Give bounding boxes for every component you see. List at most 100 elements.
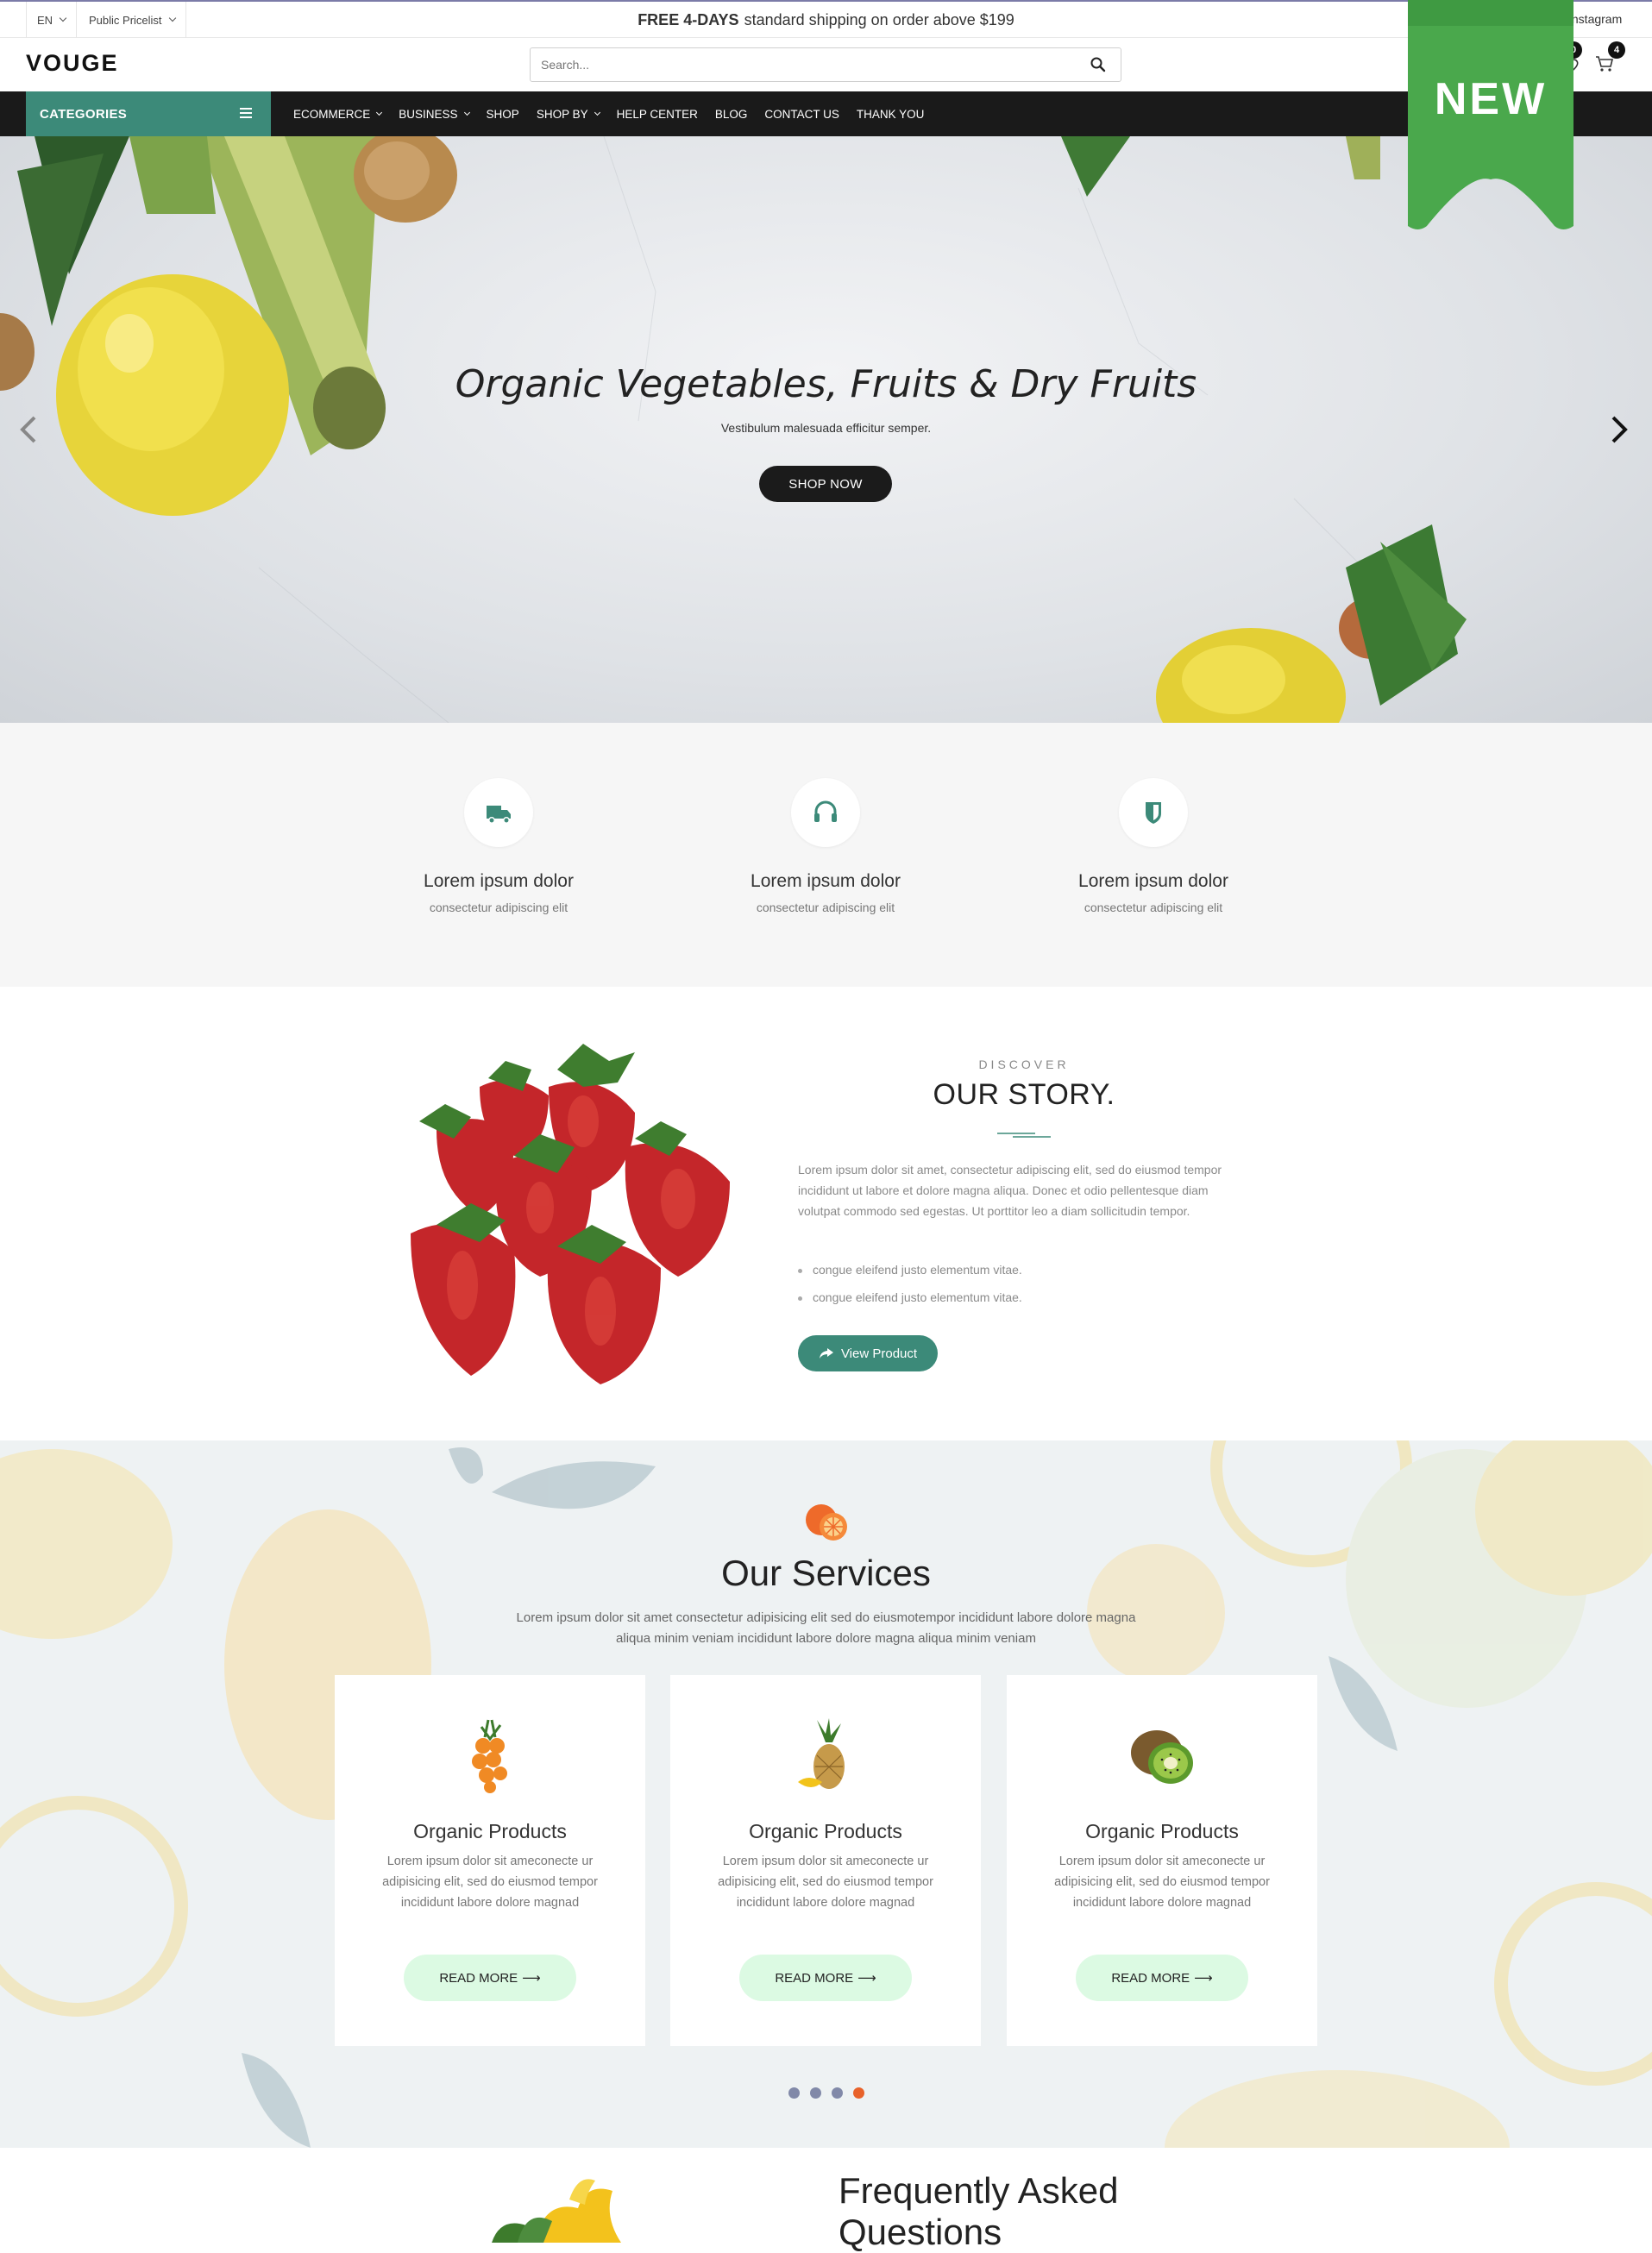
read-more-button[interactable]: READ MORE ⟶	[1076, 1955, 1248, 2001]
story-paragraph: Lorem ipsum dolor sit amet, consectetur …	[798, 1163, 1222, 1218]
categories-label: CATEGORIES	[40, 106, 128, 122]
hamburger-icon	[240, 108, 252, 121]
shop-now-button[interactable]: SHOP NOW	[759, 466, 892, 502]
feature-text: consectetur adipiscing elit	[1084, 901, 1223, 914]
service-card: Organic Products Lorem ipsum dolor sit a…	[670, 1675, 981, 2046]
pineapple-icon	[798, 1718, 845, 1789]
cart-count-badge: 4	[1608, 41, 1625, 59]
feature-item: Lorem ipsum dolor consectetur adipiscing…	[1041, 778, 1266, 914]
nav-item-blog[interactable]: BLOG	[715, 108, 748, 121]
read-more-label: READ MORE	[1111, 1970, 1190, 1986]
nav-item-thank-you[interactable]: THANK YOU	[857, 108, 925, 121]
categories-button[interactable]: CATEGORIES	[26, 91, 271, 136]
logo[interactable]: VOUGE	[26, 50, 119, 77]
truck-icon	[487, 806, 511, 824]
nav-item-shop[interactable]: SHOP	[487, 108, 519, 121]
hero-title: Organic Vegetables, Fruits & Dry Fruits	[455, 362, 1197, 406]
hero-subtitle: Vestibulum malesuada efficitur semper.	[720, 421, 932, 435]
features-section: Lorem ipsum dolor consectetur adipiscing…	[0, 723, 1652, 987]
feature-icon-circle	[464, 778, 533, 847]
juice-splash-image	[492, 2179, 621, 2243]
services-section: Our Services Lorem ipsum dolor sit amet …	[0, 1440, 1652, 2148]
service-card-title: Organic Products	[1085, 1820, 1239, 1842]
shipping-text: standard shipping on order above $199	[744, 10, 1014, 28]
social-link-instagram[interactable]: Instagram	[1568, 12, 1622, 26]
nav-item-label: BUSINESS	[399, 107, 458, 121]
service-card: Organic Products Lorem ipsum dolor sit a…	[1007, 1675, 1317, 2046]
feature-text: consectetur adipiscing elit	[429, 901, 568, 914]
ribbon-label: NEW	[1435, 74, 1547, 124]
new-ribbon: NEW	[1408, 0, 1573, 229]
nav-item-help-center[interactable]: HELP CENTER	[617, 108, 698, 121]
read-more-button[interactable]: READ MORE ⟶	[404, 1955, 576, 2001]
language-label: EN	[37, 13, 53, 27]
faq-title-line: Frequently Asked	[839, 2170, 1119, 2211]
nav-item-shop-by[interactable]: SHOP BY	[537, 108, 600, 121]
title-divider	[997, 1133, 1051, 1138]
faq-title-line: Questions	[839, 2212, 1002, 2252]
read-more-label: READ MORE	[439, 1970, 518, 1986]
nav-item-contact-us[interactable]: CONTACT US	[764, 108, 839, 121]
sea-buckthorn-icon	[472, 1719, 507, 1793]
orange-icon	[806, 1504, 847, 1541]
carousel-dot-4-active[interactable]	[853, 2087, 864, 2099]
shipping-bold: FREE 4-DAYS	[638, 10, 739, 28]
feature-item: Lorem ipsum dolor consectetur adipiscing…	[713, 778, 938, 914]
nav-item-business[interactable]: BUSINESS	[399, 107, 470, 121]
chevron-down-icon	[59, 14, 67, 22]
service-card-title: Organic Products	[749, 1820, 902, 1842]
services-title: Our Services	[721, 1553, 931, 1593]
nav-item-label: THANK YOU	[856, 107, 925, 121]
chevron-down-icon	[594, 109, 600, 116]
feature-item: Lorem ipsum dolor consectetur adipiscing…	[386, 778, 611, 914]
faq-title: Frequently Asked Questions	[839, 2170, 1119, 2253]
main-nav: CATEGORIES ECOMMERCE BUSINESS SHOP SHOP …	[0, 91, 1652, 136]
feature-text: consectetur adipiscing elit	[756, 901, 895, 914]
read-more-label: READ MORE	[775, 1970, 854, 1986]
search-icon[interactable]	[1090, 56, 1107, 73]
carousel-dot-1[interactable]	[788, 2087, 800, 2099]
strawberries-image	[411, 1044, 730, 1384]
nav-menu: ECOMMERCE BUSINESS SHOP SHOP BY HELP CEN…	[293, 91, 941, 136]
arrow-right-icon: ⟶	[857, 1971, 876, 1986]
chevron-down-icon	[376, 109, 383, 116]
read-more-button[interactable]: READ MORE ⟶	[739, 1955, 912, 2001]
top-bar: FREE 4-DAYS standard shipping on order a…	[0, 0, 1652, 38]
service-card-text: Lorem ipsum dolor sit ameconecte ur adip…	[1054, 1854, 1270, 1910]
feature-icon-circle	[1119, 778, 1188, 847]
nav-item-label: ECOMMERCE	[293, 107, 371, 121]
nav-item-label: HELP CENTER	[616, 107, 698, 121]
nav-item-label: SHOP BY	[536, 107, 588, 121]
nav-item-label: BLOG	[714, 107, 748, 121]
nav-item-label: SHOP	[486, 107, 519, 121]
story-bullet: congue eleifend justo elementum vitae.	[798, 1263, 1022, 1277]
nav-item-ecommerce[interactable]: ECOMMERCE	[293, 107, 383, 121]
service-card-text: Lorem ipsum dolor sit ameconecte ur adip…	[382, 1854, 598, 1910]
story-bullet: congue eleifend justo elementum vitae.	[798, 1290, 1022, 1304]
chevron-down-icon	[168, 14, 176, 22]
shipping-notice: FREE 4-DAYS standard shipping on order a…	[0, 2, 1652, 38]
story-title: OUR STORY.	[933, 1078, 1115, 1111]
pricelist-selector[interactable]: Public Pricelist	[79, 2, 186, 38]
story-eyebrow: DISCOVER	[978, 1057, 1070, 1071]
search-input[interactable]	[531, 48, 1048, 81]
service-card: Organic Products Lorem ipsum dolor sit a…	[335, 1675, 645, 2046]
language-selector[interactable]: EN	[26, 2, 78, 38]
nav-item-label: CONTACT US	[764, 107, 839, 121]
headphones-icon	[814, 800, 837, 822]
service-card-text: Lorem ipsum dolor sit ameconecte ur adip…	[718, 1854, 933, 1910]
pricelist-label: Public Pricelist	[89, 13, 162, 27]
feature-title: Lorem ipsum dolor	[424, 871, 574, 891]
kiwi-icon	[1131, 1730, 1193, 1784]
feature-title: Lorem ipsum dolor	[1078, 871, 1228, 891]
share-arrow-icon	[819, 1348, 833, 1359]
carousel-dot-2[interactable]	[810, 2087, 821, 2099]
arrow-right-icon: ⟶	[522, 1971, 541, 1986]
view-product-button[interactable]: View Product	[798, 1335, 938, 1371]
hero-slider: Organic Vegetables, Fruits & Dry Fruits …	[0, 136, 1652, 723]
feature-title: Lorem ipsum dolor	[751, 871, 901, 891]
carousel-dot-3[interactable]	[832, 2087, 843, 2099]
view-product-label: View Product	[840, 1346, 918, 1361]
services-subtitle: Lorem ipsum dolor sit amet consectetur a…	[516, 1610, 1136, 1646]
service-card-title: Organic Products	[413, 1820, 567, 1842]
